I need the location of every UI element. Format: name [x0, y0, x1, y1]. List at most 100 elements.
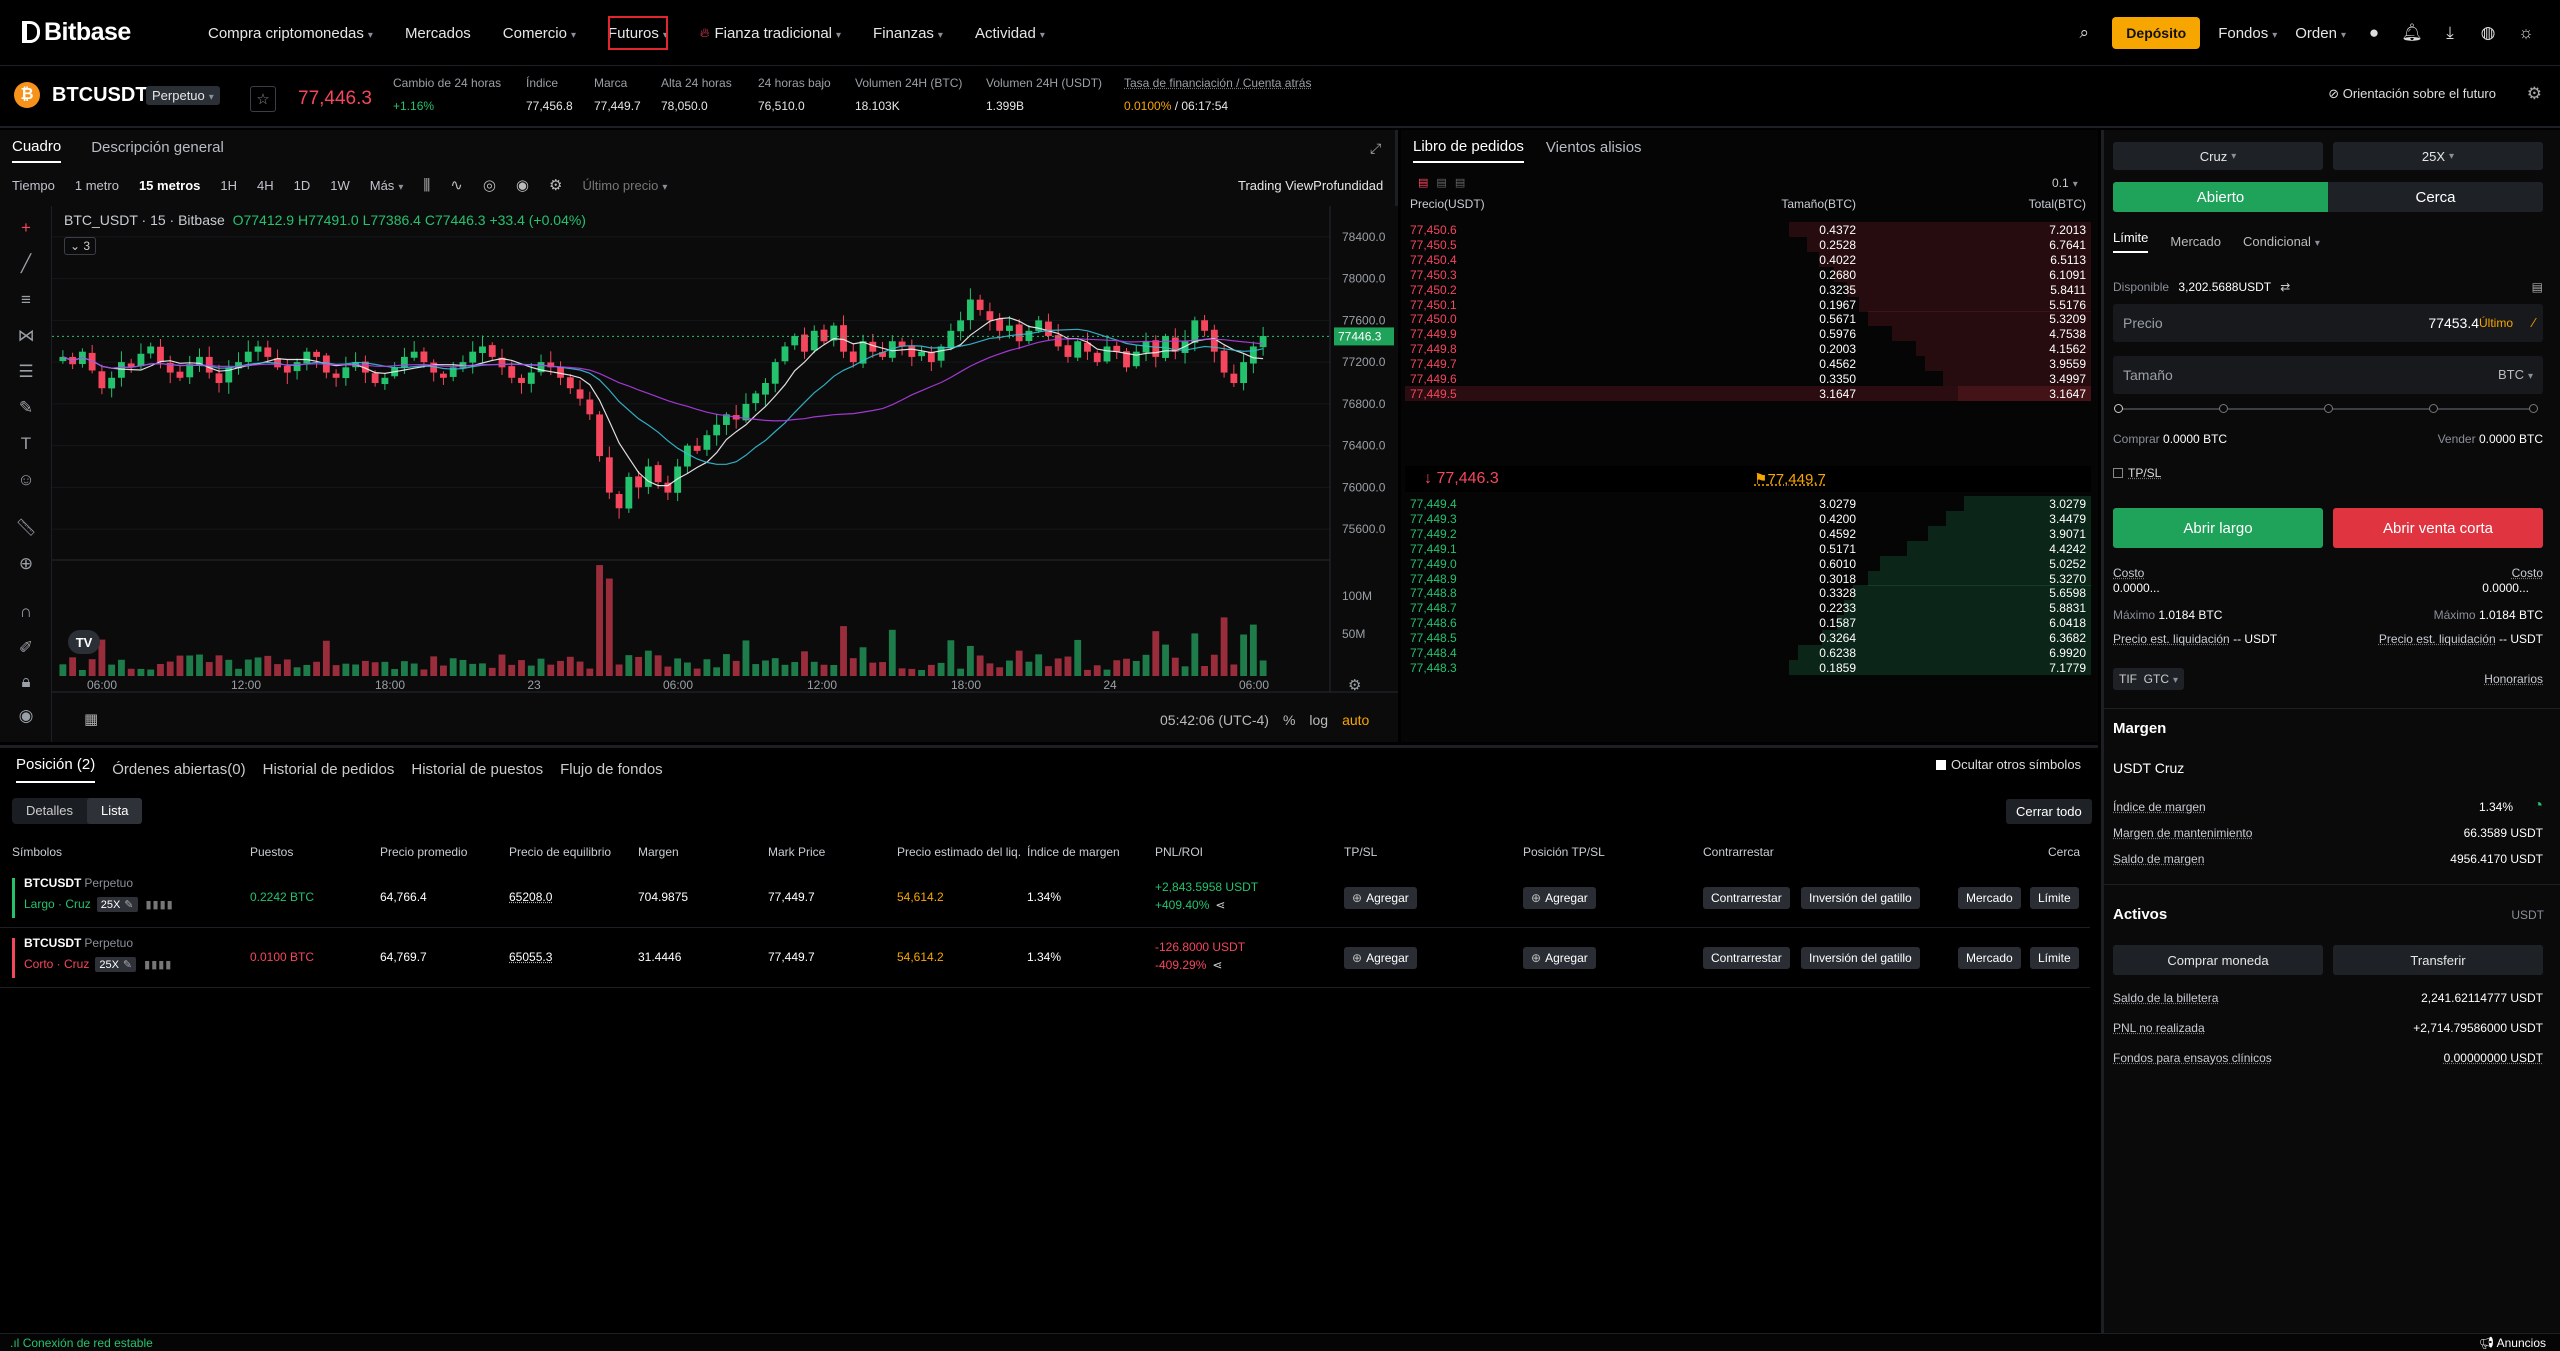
book-bid-row[interactable]: 77,448.6 0.1587 6.0418: [1405, 615, 2091, 631]
axis-settings-gear-icon[interactable]: ⚙: [1348, 677, 1361, 694]
timeframe-3[interactable]: 1H: [220, 178, 237, 193]
close-limit-button[interactable]: Límite: [2030, 947, 2079, 969]
size-unit-dropdown[interactable]: BTC: [2498, 367, 2533, 382]
nav-item-3[interactable]: Futuros: [592, 0, 684, 66]
book-ask-row[interactable]: 77,449.5 3.1647 3.1647: [1405, 385, 2091, 401]
book-ask-row[interactable]: 77,450.2 0.3235 5.8411: [1405, 281, 2091, 297]
book-bid-row[interactable]: 77,449.1 0.5171 4.4242: [1405, 540, 2091, 556]
book-ask-row[interactable]: 77,449.9 0.5976 4.7538: [1405, 326, 2091, 342]
calculator-icon[interactable]: ▤: [2532, 280, 2543, 294]
positions-tab-3[interactable]: Historial de puestos: [411, 761, 543, 778]
horizontal-lines-icon[interactable]: ≡: [14, 290, 38, 314]
tab-limit[interactable]: Límite: [2113, 230, 2149, 253]
brush-icon[interactable]: ✎: [14, 398, 38, 422]
book-bid-row[interactable]: 77,448.8 0.3328 5.6598: [1405, 585, 2091, 601]
book-bid-row[interactable]: 77,448.7 0.2233 5.8831: [1405, 600, 2091, 616]
tpsl-add-button[interactable]: ⊕ Agregar: [1344, 887, 1417, 909]
book-ask-row[interactable]: 77,450.0 0.5671 5.3209: [1405, 311, 2091, 327]
tradingview-logo[interactable]: TV: [68, 630, 100, 654]
position-tpsl-add-button[interactable]: ⊕ Agregar: [1523, 947, 1596, 969]
price-input[interactable]: Precio 77453.4 Último ⁄: [2113, 304, 2543, 342]
screenshot-icon[interactable]: ◉: [516, 176, 529, 194]
book-ask-row[interactable]: 77,449.8 0.2003 4.1562: [1405, 341, 2091, 357]
book-precision-dropdown[interactable]: 0.1: [2052, 176, 2078, 190]
nav-item-5[interactable]: Finanzas: [857, 0, 959, 66]
book-bid-row[interactable]: 77,449.2 0.4592 3.9071: [1405, 525, 2091, 541]
nav-item-0[interactable]: Compra criptomonedas: [192, 0, 389, 66]
slider-100[interactable]: [2529, 404, 2538, 413]
price-chart[interactable]: 78400.0 78000.0 77600.0 77200.0 76800.0 76400…: [52, 206, 1398, 742]
funds-menu[interactable]: Fondos: [2218, 25, 2277, 42]
positions-tab-4[interactable]: Flujo de fondos: [560, 761, 663, 778]
close-all-button[interactable]: Cerrar todo: [2006, 799, 2092, 824]
trendline-icon[interactable]: ╱: [14, 254, 38, 278]
nav-item-4[interactable]: 🔥︎ Fianza tradicional: [684, 0, 857, 66]
fees-link[interactable]: Honorarios: [2484, 672, 2543, 686]
tab-trades[interactable]: Vientos alisios: [1546, 139, 1642, 162]
timeframe-5[interactable]: 1D: [294, 178, 311, 193]
search-icon[interactable]: ⌕: [2074, 23, 2094, 43]
book-ask-row[interactable]: 77,449.6 0.3350 3.4997: [1405, 371, 2091, 386]
swap-icon[interactable]: ⇄: [2280, 280, 2290, 294]
tab-conditional[interactable]: Condicional: [2243, 234, 2320, 249]
position-tpsl-add-button[interactable]: ⊕ Agregar: [1523, 887, 1596, 909]
book-bid-row[interactable]: 77,448.3 0.1859 7.1779: [1405, 659, 2091, 675]
leverage-badge[interactable]: 25X ✎: [95, 957, 137, 972]
book-asks-icon[interactable]: ▤: [1455, 176, 1465, 189]
lock-icon[interactable]: 🔒︎: [14, 672, 38, 696]
book-bid-row[interactable]: 77,448.4 0.6238 6.9920: [1405, 645, 2091, 660]
trigger-reverse-button[interactable]: Inversión del gatillo: [1801, 947, 1920, 969]
hide-others-box[interactable]: [1936, 760, 1946, 770]
position-symbol[interactable]: BTCUSDT Perpetuo: [24, 876, 133, 890]
margin-mode-dropdown[interactable]: Cruz: [2113, 142, 2323, 170]
tpsl-add-button[interactable]: ⊕ Agregar: [1344, 947, 1417, 969]
chart-view-switch[interactable]: Trading ViewProfundidad: [1238, 178, 1383, 193]
tpsl-checkbox-box[interactable]: [2113, 468, 2123, 478]
trigger-reverse-button[interactable]: Inversión del gatillo: [1801, 887, 1920, 909]
lock-drawing-icon[interactable]: ✐: [14, 638, 38, 662]
buy-coin-button[interactable]: Comprar moneda: [2113, 945, 2323, 975]
price-last-tag[interactable]: Último: [2479, 316, 2513, 330]
expand-icon[interactable]: ⤢: [1370, 140, 1381, 157]
slider-25[interactable]: [2219, 404, 2228, 413]
download-icon[interactable]: ⤓: [2440, 23, 2460, 43]
close-market-button[interactable]: Mercado: [1958, 887, 2021, 909]
emoji-icon[interactable]: ☺: [14, 470, 38, 494]
leverage-badge[interactable]: 25X ✎: [96, 897, 138, 912]
hide-others-checkbox[interactable]: Ocultar otros símbolos: [1936, 757, 2081, 772]
timeframe-1[interactable]: 1 metro: [75, 178, 119, 193]
log-toggle[interactable]: log: [1309, 712, 1328, 728]
close-tab[interactable]: Cerca: [2328, 182, 2543, 212]
slider-50[interactable]: [2324, 404, 2333, 413]
positions-tab-1[interactable]: Órdenes abiertas(0): [112, 761, 245, 778]
tab-chart[interactable]: Cuadro: [12, 138, 62, 163]
tab-order-book[interactable]: Libro de pedidos: [1413, 138, 1524, 163]
fib-icon[interactable]: ☰: [14, 362, 38, 386]
timeframe-6[interactable]: 1W: [330, 178, 350, 193]
percent-toggle[interactable]: %: [1283, 712, 1295, 728]
book-ask-row[interactable]: 77,450.3 0.2680 6.1091: [1405, 266, 2091, 282]
depth-option[interactable]: Profundidad: [1313, 178, 1383, 193]
zoom-in-icon[interactable]: ⊕: [14, 554, 38, 578]
nav-item-2[interactable]: Comercio: [487, 0, 592, 66]
details-view-button[interactable]: Detalles: [12, 798, 87, 824]
share-icon[interactable]: ⋖: [1215, 898, 1225, 912]
open-short-button[interactable]: Abrir venta corta: [2333, 508, 2543, 548]
auto-toggle[interactable]: auto: [1342, 712, 1369, 728]
open-tab[interactable]: Abierto: [2113, 182, 2328, 212]
eye-icon[interactable]: ◉: [14, 706, 38, 730]
book-ask-row[interactable]: 77,450.6 0.4372 7.2013: [1405, 222, 2091, 237]
templates-icon[interactable]: ◎: [483, 176, 496, 194]
slider-75[interactable]: [2429, 404, 2438, 413]
tab-market[interactable]: Mercado: [2170, 234, 2221, 249]
counter-button[interactable]: Contrarrestar: [1703, 947, 1790, 969]
nav-item-6[interactable]: Actividad: [959, 0, 1061, 66]
crosshair-icon[interactable]: +: [14, 218, 38, 242]
book-bid-row[interactable]: 77,449.4 3.0279 3.0279: [1405, 496, 2091, 511]
trading-view-option[interactable]: Trading View: [1238, 178, 1313, 193]
magnet-icon[interactable]: ∩: [14, 602, 38, 626]
size-slider[interactable]: [2114, 404, 2538, 413]
tif-dropdown[interactable]: TIF GTC: [2113, 668, 2185, 690]
ruler-icon[interactable]: 📏︎: [14, 518, 38, 542]
book-bid-row[interactable]: 77,449.3 0.4200 3.4479: [1405, 510, 2091, 526]
